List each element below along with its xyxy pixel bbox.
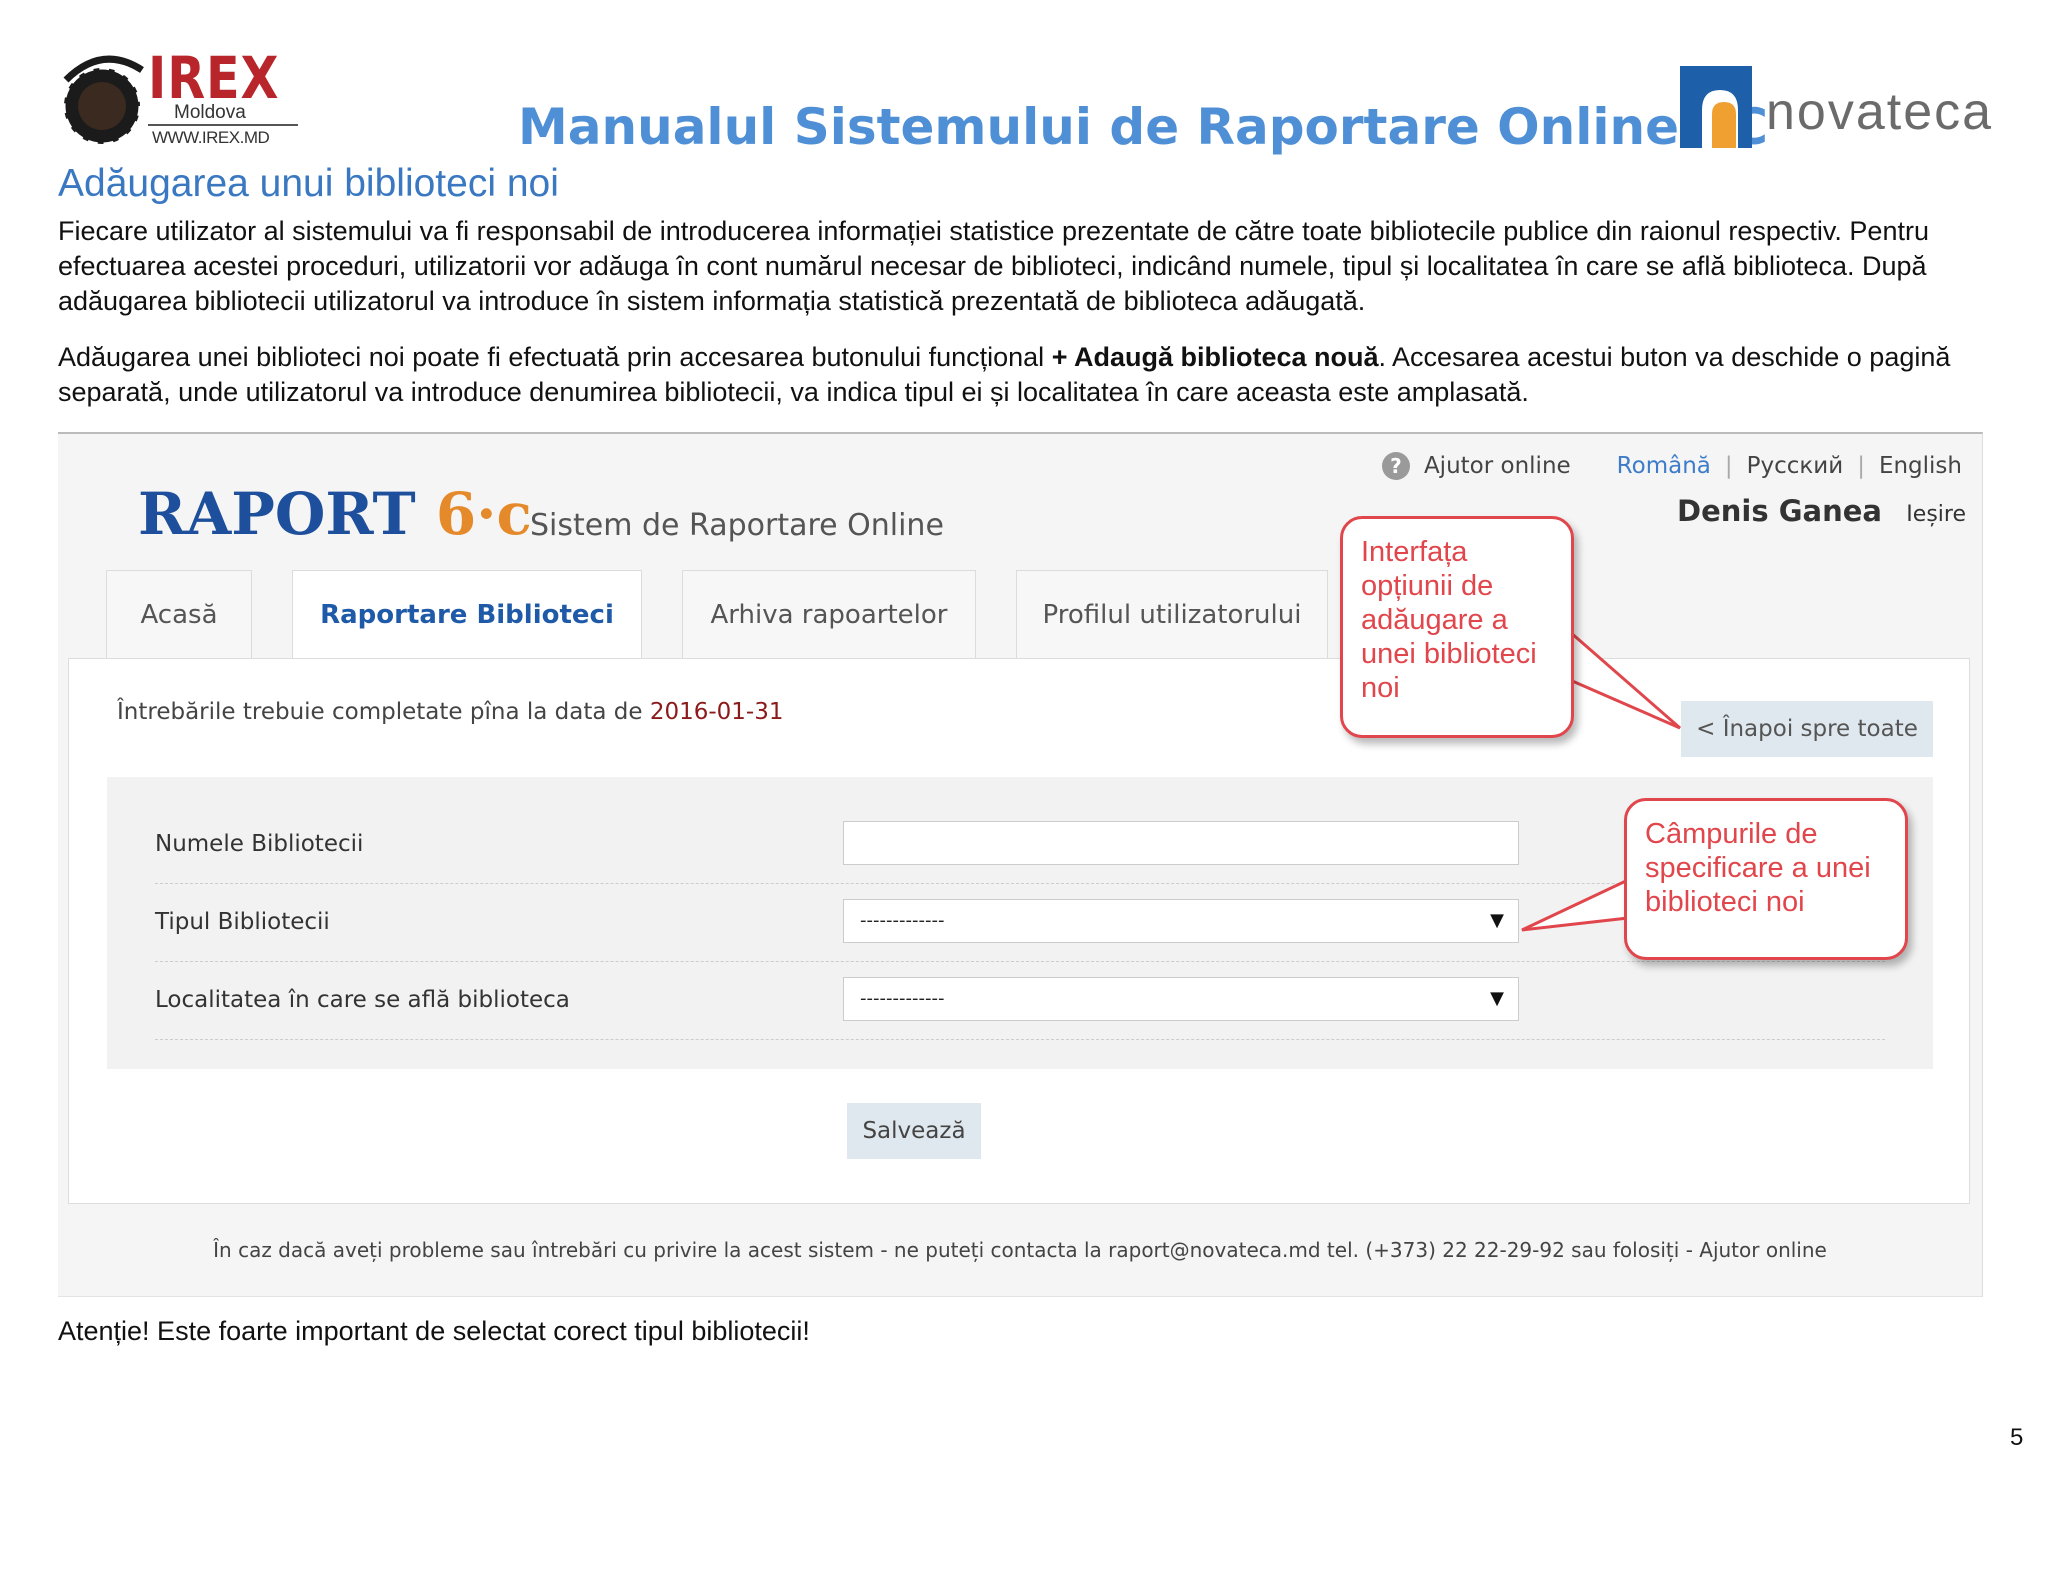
novateca-logo: novateca [1680, 64, 2010, 150]
page-number: 5 [2010, 1424, 2024, 1451]
top-navigation: ? Ajutor online Română | Русский | Engli… [1381, 452, 1962, 480]
irex-logo-country: Moldova [174, 102, 246, 123]
language-russian[interactable]: Русский [1747, 453, 1844, 479]
language-separator: | [1724, 453, 1733, 479]
help-link[interactable]: Ajutor online [1424, 453, 1571, 479]
deadline-text: Întrebările trebuie completate pîna la d… [117, 699, 650, 725]
section-title: Adăugarea unui biblioteci noi [58, 162, 559, 205]
contact-footer: În caz dacă aveți probleme sau întrebări… [213, 1238, 1827, 1262]
library-locality-select[interactable]: ------------- ▼ [843, 977, 1519, 1021]
library-locality-value: ------------- [860, 988, 945, 1009]
paragraph-text-before: Adăugarea unei biblioteci noi poate fi e… [58, 342, 1052, 372]
language-separator: | [1857, 453, 1865, 479]
novateca-arch-icon [1680, 66, 1752, 148]
paragraph-intro: Fiecare utilizator al sistemului va fi r… [58, 216, 1929, 316]
logout-link[interactable]: Ieșire [1906, 502, 1966, 527]
novateca-logo-wordmark: novateca [1766, 83, 1994, 141]
library-type-value: ------------- [860, 910, 945, 931]
question-icon[interactable]: ? [1381, 452, 1410, 480]
manual-title: Manualul Sistemului de Raportare Online … [518, 98, 1768, 156]
irex-logo-url: WWW.IREX.MD [152, 128, 270, 147]
library-name-label: Numele Bibliotecii [155, 831, 364, 857]
user-name: Denis Ganea [1677, 494, 1882, 528]
tab-library-reporting[interactable]: Raportare Biblioteci [292, 570, 642, 659]
tab-home[interactable]: Acasă [106, 570, 252, 659]
library-type-select[interactable]: ------------- ▼ [843, 899, 1519, 943]
deadline-notice: Întrebările trebuie completate pîna la d… [117, 699, 784, 725]
raport-logo-suffix: 6·c [435, 480, 532, 548]
app-subtitle: Sistem de Raportare Online [530, 508, 944, 543]
add-library-button-reference: + Adaugă biblioteca nouă [1051, 342, 1379, 372]
save-button[interactable]: Salvează [847, 1103, 981, 1159]
callout-interface: Interfața opțiunii de adăugare a unei bi… [1340, 516, 1574, 738]
language-english[interactable]: English [1879, 453, 1962, 479]
deadline-date: 2016-01-31 [649, 699, 784, 725]
raport-6c-logo[interactable]: RAPORT 6·c [138, 480, 532, 548]
library-type-label: Tipul Bibliotecii [155, 909, 330, 935]
paragraph-add-library: Adăugarea unei biblioteci noi poate fi e… [58, 340, 2008, 410]
irex-logo: IREX Moldova WWW.IREX.MD [56, 44, 298, 156]
tab-report-archive[interactable]: Arhiva rapoartelor [682, 570, 976, 659]
language-romanian[interactable]: Română [1617, 453, 1711, 479]
library-locality-label: Localitatea în care se află biblioteca [155, 987, 570, 1013]
chevron-down-icon: ▼ [1490, 910, 1504, 931]
back-to-all-button[interactable]: < Înapoi spre toate [1681, 701, 1933, 757]
raport-logo-word: RAPORT [138, 480, 416, 548]
irex-globe-icon [62, 55, 144, 146]
library-name-input[interactable] [843, 821, 1519, 865]
irex-logo-rule [148, 124, 298, 126]
chevron-down-icon: ▼ [1490, 988, 1504, 1009]
warning-note: Atenție! Este foarte important de select… [58, 1316, 810, 1346]
callout-fields: Câmpurile de specificare a unei bibliote… [1624, 798, 1908, 960]
tab-user-profile[interactable]: Profilul utilizatorului [1016, 570, 1328, 659]
form-row-locality: Localitatea în care se află biblioteca -… [155, 963, 1885, 1040]
